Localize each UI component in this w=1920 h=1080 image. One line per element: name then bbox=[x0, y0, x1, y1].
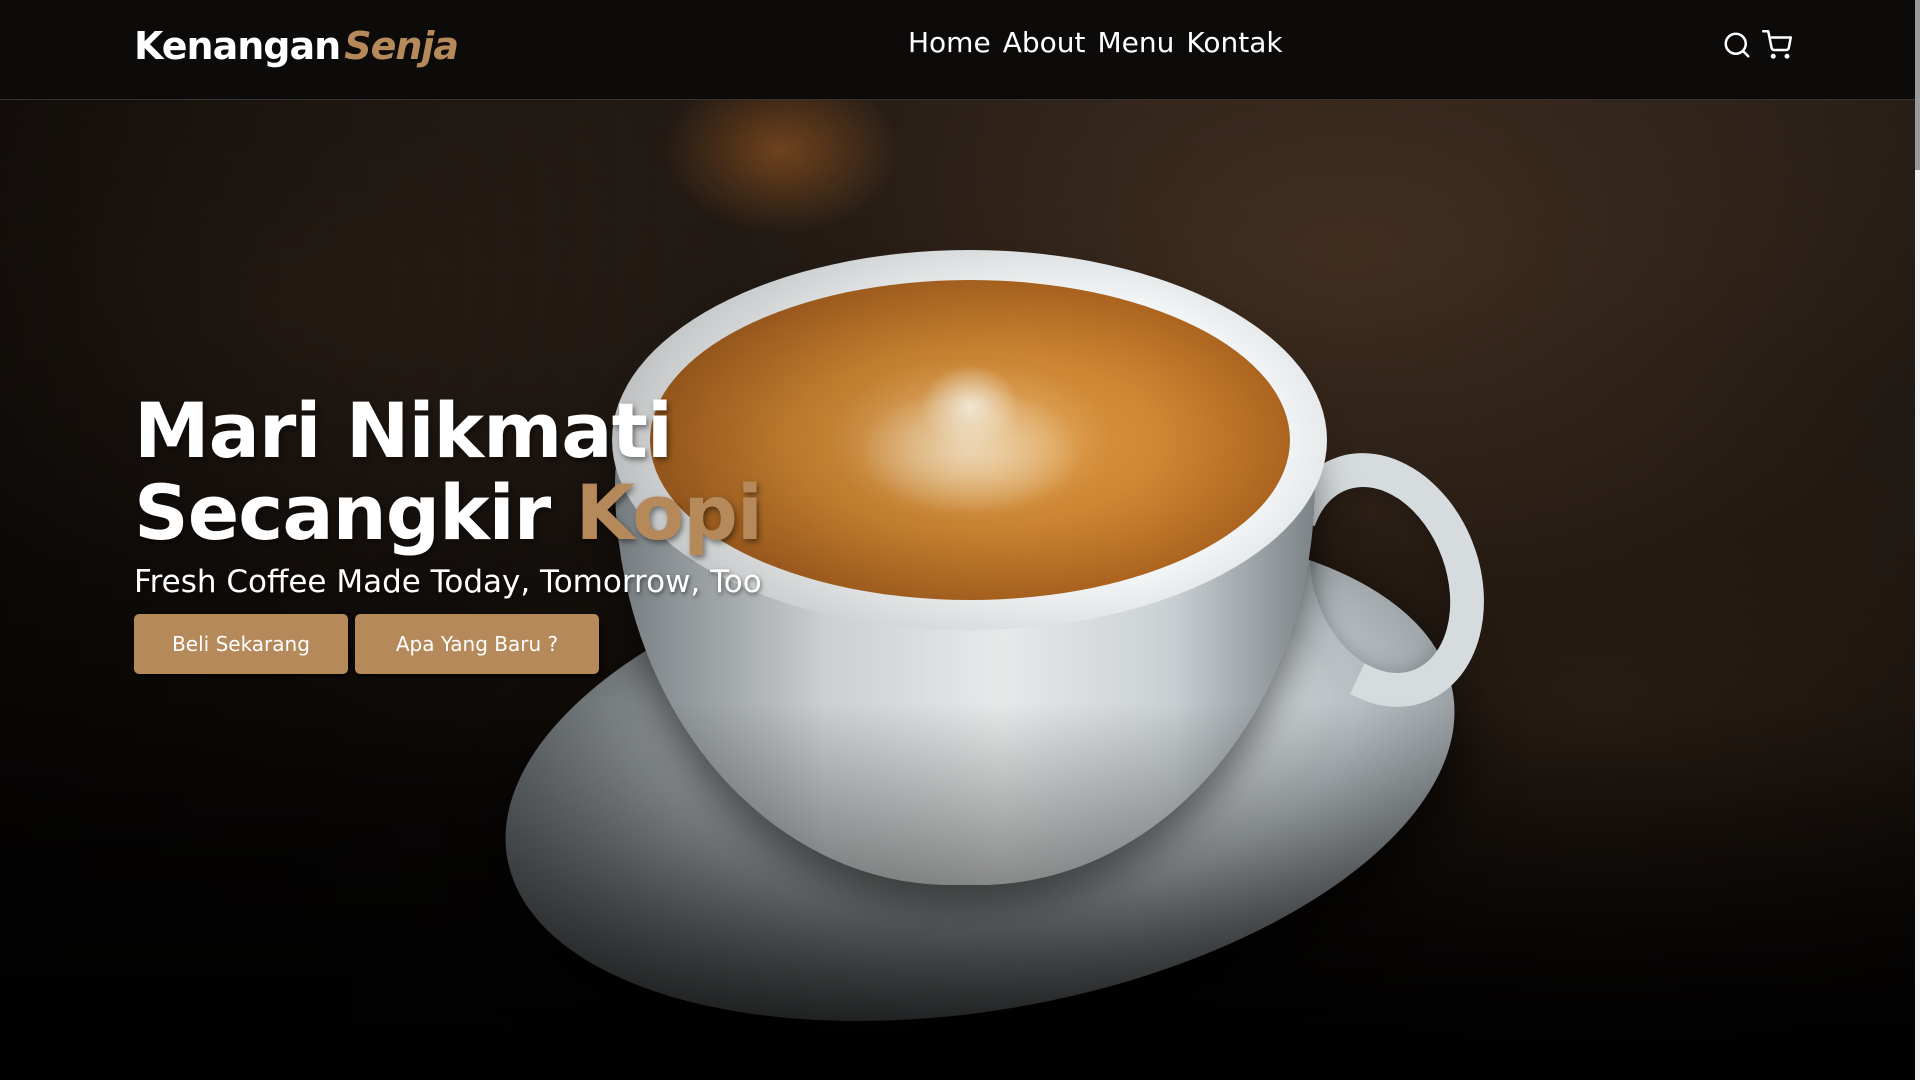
nav-link-kontak[interactable]: Kontak bbox=[1186, 26, 1282, 59]
navbar: Kenangan Senja Home About Menu Kontak bbox=[0, 0, 1915, 100]
logo-part-senja: Senja bbox=[344, 24, 459, 68]
hero-buttons: Beli Sekarang Apa Yang Baru ? bbox=[134, 614, 1034, 674]
scrollbar-thumb[interactable] bbox=[1915, 0, 1920, 170]
hero-subtitle: Fresh Coffee Made Today, Tomorrow, Too bbox=[134, 564, 762, 600]
hero-title-line1: Mari Nikmati bbox=[134, 386, 673, 475]
logo[interactable]: Kenangan Senja bbox=[134, 24, 459, 68]
nav-link-home[interactable]: Home bbox=[908, 26, 991, 59]
logo-part-kenangan: Kenangan bbox=[134, 24, 341, 68]
hero-title: Mari Nikmati Secangkir Kopi bbox=[134, 390, 1034, 554]
hero-content: Mari Nikmati Secangkir Kopi Fresh Coffee… bbox=[134, 390, 1034, 674]
buy-now-button[interactable]: Beli Sekarang bbox=[134, 614, 348, 674]
cart-icon[interactable] bbox=[1762, 30, 1792, 60]
search-icon[interactable] bbox=[1722, 30, 1752, 60]
nav-link-about[interactable]: About bbox=[1003, 26, 1086, 59]
nav-links: Home About Menu Kontak bbox=[908, 26, 1283, 59]
nav-icons bbox=[1722, 30, 1792, 60]
hero-title-accent: Kopi bbox=[575, 468, 763, 557]
whats-new-button[interactable]: Apa Yang Baru ? bbox=[355, 614, 599, 674]
nav-link-menu[interactable]: Menu bbox=[1097, 26, 1174, 59]
page: Kenangan Senja Home About Menu Kontak Ma… bbox=[0, 0, 1920, 1080]
hero-title-line2: Secangkir bbox=[134, 468, 551, 557]
